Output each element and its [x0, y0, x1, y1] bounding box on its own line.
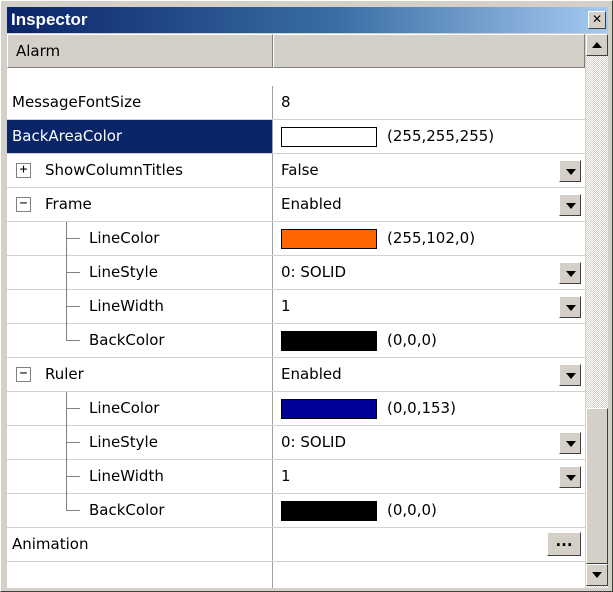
- dropdown-button[interactable]: [559, 160, 581, 182]
- tree-line: [66, 408, 80, 409]
- chevron-down-icon: [566, 475, 576, 481]
- color-swatch[interactable]: [281, 127, 377, 147]
- vertical-scrollbar[interactable]: [586, 34, 608, 588]
- tree-line: [66, 392, 67, 426]
- tree-line: [66, 290, 67, 324]
- property-name: BackColor: [89, 331, 165, 349]
- tree-line: [66, 306, 80, 307]
- property-row[interactable]: LineColor (0,0,153): [7, 392, 585, 426]
- property-name: LineColor: [89, 399, 160, 417]
- dropdown-button[interactable]: [559, 364, 581, 386]
- tree-line: [66, 476, 80, 477]
- tree-line: [66, 222, 67, 256]
- property-name: LineStyle: [89, 433, 158, 451]
- color-swatch[interactable]: [281, 399, 377, 419]
- header-row: Alarm: [7, 34, 585, 68]
- collapse-icon[interactable]: −: [16, 367, 31, 382]
- chevron-down-icon: [566, 203, 576, 209]
- dropdown-button[interactable]: [559, 194, 581, 216]
- property-value: (0,0,153): [387, 399, 456, 417]
- property-value: (255,255,255): [387, 127, 495, 145]
- property-row[interactable]: LineStyle 0: SOLID: [7, 426, 585, 460]
- property-value: 0: SOLID: [281, 433, 347, 451]
- scroll-thumb[interactable]: [586, 408, 608, 564]
- property-name: LineWidth: [89, 297, 164, 315]
- property-name: LineColor: [89, 229, 160, 247]
- property-row[interactable]: Animation ...: [7, 528, 585, 562]
- property-value[interactable]: 8: [281, 92, 291, 112]
- scroll-up-button[interactable]: [586, 34, 608, 56]
- inspector-window: Inspector ✕ Alarm MessageFontSize 8 Back…: [0, 0, 613, 592]
- property-value: 1: [281, 297, 291, 315]
- chevron-down-icon: [566, 271, 576, 277]
- property-value: 0: SOLID: [281, 263, 347, 281]
- scroll-down-button[interactable]: [586, 564, 608, 586]
- dropdown-button[interactable]: [559, 296, 581, 318]
- chevron-down-icon: [566, 373, 576, 379]
- tree-line: [66, 238, 80, 239]
- arrow-up-icon: [592, 42, 602, 48]
- property-name: BackAreaColor: [12, 127, 123, 145]
- property-row[interactable]: + ShowColumnTitles False: [7, 154, 585, 188]
- dropdown-button[interactable]: [559, 262, 581, 284]
- window-title: Inspector: [11, 10, 88, 29]
- chevron-down-icon: [566, 305, 576, 311]
- ellipsis-button[interactable]: ...: [547, 532, 581, 556]
- chevron-down-icon: [566, 441, 576, 447]
- tree-line: [66, 426, 67, 460]
- title-bar[interactable]: Inspector ✕: [7, 7, 608, 33]
- tree-line: [66, 324, 67, 341]
- color-swatch[interactable]: [281, 501, 377, 521]
- tree-line: [66, 442, 80, 443]
- property-name: MessageFontSize: [12, 93, 142, 111]
- property-name: ShowColumnTitles: [45, 161, 183, 179]
- property-value: False: [281, 161, 319, 179]
- property-row[interactable]: BackAreaColor (255,255,255): [7, 120, 585, 154]
- tree-line: [66, 272, 80, 273]
- property-grid: Alarm MessageFontSize 8 BackAreaColor (2…: [7, 34, 585, 588]
- close-button[interactable]: ✕: [588, 11, 606, 29]
- property-row[interactable]: LineColor (255,102,0): [7, 222, 585, 256]
- property-value: Enabled: [281, 195, 342, 213]
- expand-icon[interactable]: +: [16, 163, 31, 178]
- property-value: (0,0,0): [387, 501, 437, 519]
- color-swatch[interactable]: [281, 229, 377, 249]
- tree-line: [66, 460, 67, 494]
- color-swatch[interactable]: [281, 331, 377, 351]
- property-name: Frame: [45, 195, 92, 213]
- property-name: BackColor: [89, 501, 165, 519]
- property-row[interactable]: BackColor (0,0,0): [7, 324, 585, 358]
- property-name: LineWidth: [89, 467, 164, 485]
- property-name: Ruler: [45, 365, 84, 383]
- close-icon: ✕: [591, 12, 603, 26]
- property-value: (0,0,0): [387, 331, 437, 349]
- property-row[interactable]: MessageFontSize 8: [7, 86, 585, 120]
- property-name: Animation: [12, 535, 89, 553]
- chevron-down-icon: [566, 169, 576, 175]
- tree-line: [66, 494, 67, 511]
- property-name: LineStyle: [89, 263, 158, 281]
- header-name: Alarm: [16, 42, 61, 60]
- empty-row: [7, 562, 585, 588]
- tree-line: [66, 510, 80, 511]
- property-value: (255,102,0): [387, 229, 476, 247]
- property-row[interactable]: LineStyle 0: SOLID: [7, 256, 585, 290]
- property-row[interactable]: LineWidth 1: [7, 290, 585, 324]
- dropdown-button[interactable]: [559, 432, 581, 454]
- property-row[interactable]: BackColor (0,0,0): [7, 494, 585, 528]
- property-row[interactable]: − Ruler Enabled: [7, 358, 585, 392]
- tree-line: [66, 256, 67, 290]
- property-value: Enabled: [281, 365, 342, 383]
- arrow-down-icon: [592, 572, 602, 578]
- tree-line: [66, 340, 80, 341]
- dropdown-button[interactable]: [559, 466, 581, 488]
- property-row[interactable]: LineWidth 1: [7, 460, 585, 494]
- property-value: 1: [281, 467, 291, 485]
- property-row[interactable]: − Frame Enabled: [7, 188, 585, 222]
- collapse-icon[interactable]: −: [16, 197, 31, 212]
